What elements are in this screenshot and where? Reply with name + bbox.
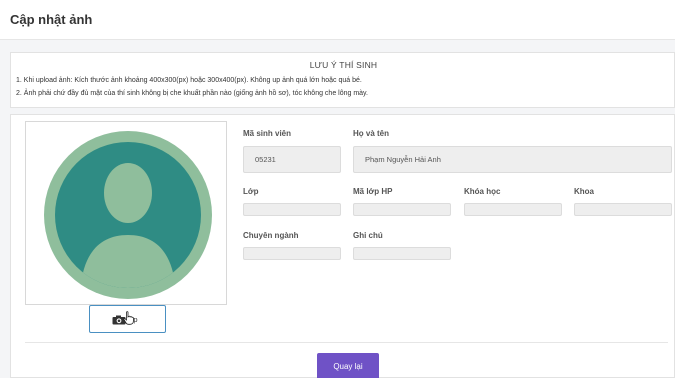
class-code-label: Mã lớp HP xyxy=(353,187,393,196)
page: Cập nhật ảnh LƯU Ý THÍ SINH 1. Khi uploa… xyxy=(0,0,675,378)
course-field[interactable] xyxy=(464,203,562,216)
full-name-field[interactable]: Phạm Nguyễn Hải Anh xyxy=(353,146,672,173)
upload-button[interactable]: Up xyxy=(89,305,166,333)
student-id-field[interactable]: 05231 xyxy=(243,146,341,173)
class-label: Lớp xyxy=(243,187,259,196)
notice-title: LƯU Ý THÍ SINH xyxy=(309,60,378,70)
major-label: Chuyên ngành xyxy=(243,231,299,240)
notice-line-2: 2. Ảnh phải chứ đầy đủ mặt của thí sinh … xyxy=(16,90,368,97)
photo-frame xyxy=(25,121,227,305)
note-field[interactable] xyxy=(353,247,451,260)
class-code-field[interactable] xyxy=(353,203,451,216)
course-label: Khóa học xyxy=(464,187,501,196)
class-field[interactable] xyxy=(243,203,341,216)
notice-panel: LƯU Ý THÍ SINH 1. Khi upload ảnh: Kích t… xyxy=(10,52,675,108)
profile-card: Up Mã sinh viên 05231 Họ và tên Phạm Ngu… xyxy=(10,114,675,378)
page-header: Cập nhật ảnh xyxy=(0,0,675,40)
notice-line-1: 1. Khi upload ảnh: Kích thước ảnh khoảng… xyxy=(16,77,362,84)
hand-cursor-icon xyxy=(123,311,134,325)
user-silhouette-icon xyxy=(44,131,212,299)
faculty-label: Khoa xyxy=(574,187,594,196)
back-button[interactable]: Quay lại xyxy=(317,353,379,378)
faculty-field[interactable] xyxy=(574,203,672,216)
divider xyxy=(25,342,668,343)
page-title: Cập nhật ảnh xyxy=(10,12,93,27)
major-field[interactable] xyxy=(243,247,341,260)
note-label: Ghi chú xyxy=(353,231,383,240)
student-id-label: Mã sinh viên xyxy=(243,129,292,138)
full-name-label: Họ và tên xyxy=(353,129,390,138)
